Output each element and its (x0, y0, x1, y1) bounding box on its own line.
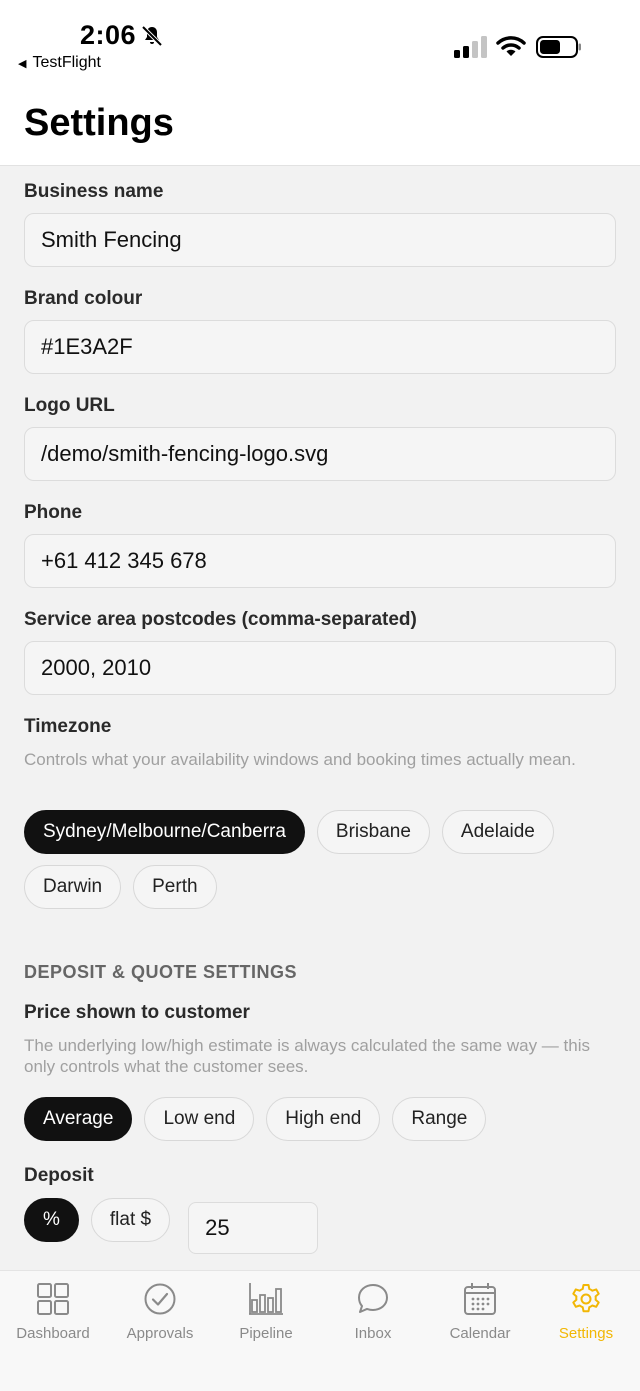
logo-url-input[interactable]: /demo/smith-fencing-logo.svg (24, 427, 616, 481)
deposit-amount-input[interactable]: 25 (188, 1202, 319, 1254)
chat-bubble-icon (358, 1284, 388, 1313)
back-triangle-icon: ◀ (18, 57, 27, 70)
price-option-high-end[interactable]: High end (266, 1097, 381, 1141)
deposit-label: Deposit (24, 1165, 94, 1186)
cellular-signal-icon (454, 36, 487, 58)
timezone-option-brisbane[interactable]: Brisbane (316, 810, 430, 854)
tab-label: Calendar (449, 1325, 511, 1342)
timezone-option-sydney[interactable]: Sydney/Melbourne/Canberra (24, 810, 305, 854)
postcodes-input[interactable]: 2000, 2010 (24, 641, 616, 695)
status-bar: 2:06 ◀ TestFlight (0, 0, 640, 80)
timezone-field: Timezone (24, 714, 616, 740)
price-option-low-end[interactable]: Low end (144, 1097, 255, 1141)
logo-url-field: Logo URL /demo/smith-fencing-logo.svg (24, 393, 616, 481)
brand-colour-input[interactable]: #1E3A2F (24, 320, 616, 374)
check-circle-icon (144, 1283, 176, 1315)
timezone-option-darwin[interactable]: Darwin (24, 865, 122, 909)
gear-icon (572, 1284, 600, 1313)
logo-url-label: Logo URL (24, 395, 115, 416)
tab-label: Approvals (126, 1325, 194, 1342)
bar-chart-icon (249, 1283, 283, 1315)
deposit-field: Deposit (24, 1163, 616, 1189)
tab-label: Inbox (354, 1325, 392, 1342)
business-name-input[interactable]: Smith Fencing (24, 213, 616, 267)
deposit-option-flat[interactable]: flat $ (90, 1198, 171, 1242)
price-shown-label: Price shown to customer (24, 1002, 250, 1023)
status-time: 2:06 (80, 20, 137, 50)
deposit-section-title: DEPOSIT & QUOTE SETTINGS (24, 962, 298, 982)
price-shown-helper: The underlying low/high estimate is alwa… (24, 1036, 590, 1076)
bell-off-icon (141, 25, 163, 47)
wifi-icon (496, 36, 526, 56)
calendar-icon (464, 1283, 496, 1315)
business-name-field: Business name Smith Fencing (24, 179, 616, 267)
price-options-row: Average Low end High end Range (24, 1097, 487, 1141)
deposit-option-percent[interactable]: % (24, 1198, 79, 1242)
tab-bar: Dashboard Approvals Pipeline Inbox Calen… (0, 1270, 640, 1391)
tab-dashboard[interactable]: Dashboard (0, 1281, 106, 1353)
tab-settings[interactable]: Settings (533, 1281, 639, 1353)
back-label: TestFlight (32, 54, 101, 71)
business-name-label: Business name (24, 181, 164, 202)
tab-calendar[interactable]: Calendar (427, 1281, 533, 1353)
timezone-label: Timezone (24, 716, 112, 737)
header: Settings (0, 80, 640, 166)
price-option-range[interactable]: Range (392, 1097, 487, 1141)
timezone-helper: Controls what your availability windows … (24, 750, 576, 769)
phone-label: Phone (24, 502, 83, 523)
deposit-options-row: % flat $ 25 (24, 1198, 319, 1254)
timezone-option-perth[interactable]: Perth (133, 865, 217, 909)
phone-input[interactable]: +61 412 345 678 (24, 534, 616, 588)
tab-approvals[interactable]: Approvals (107, 1281, 213, 1353)
timezone-options-row-2: Darwin Perth (24, 865, 217, 909)
timezone-option-adelaide[interactable]: Adelaide (441, 810, 554, 854)
tab-pipeline[interactable]: Pipeline (213, 1281, 319, 1353)
tab-label: Pipeline (239, 1325, 293, 1342)
phone-field: Phone +61 412 345 678 (24, 500, 616, 588)
postcodes-label: Service area postcodes (comma-separated) (24, 609, 417, 630)
postcodes-field: Service area postcodes (comma-separated)… (24, 607, 616, 695)
battery-icon (536, 36, 581, 58)
tab-label: Settings (558, 1325, 614, 1342)
page-title: Settings (24, 102, 174, 144)
tab-label: Dashboard (16, 1325, 90, 1342)
back-to-testflight[interactable]: ◀ TestFlight (18, 54, 101, 72)
price-shown-field: Price shown to customer (24, 1000, 616, 1026)
brand-colour-label: Brand colour (24, 288, 143, 309)
brand-colour-field: Brand colour #1E3A2F (24, 286, 616, 374)
settings-form[interactable]: Business name Smith Fencing Brand colour… (0, 166, 640, 1270)
grid-icon (37, 1283, 69, 1315)
tab-inbox[interactable]: Inbox (320, 1281, 426, 1353)
price-option-average[interactable]: Average (24, 1097, 133, 1141)
timezone-options-row-1: Sydney/Melbourne/Canberra Brisbane Adela… (24, 810, 554, 854)
